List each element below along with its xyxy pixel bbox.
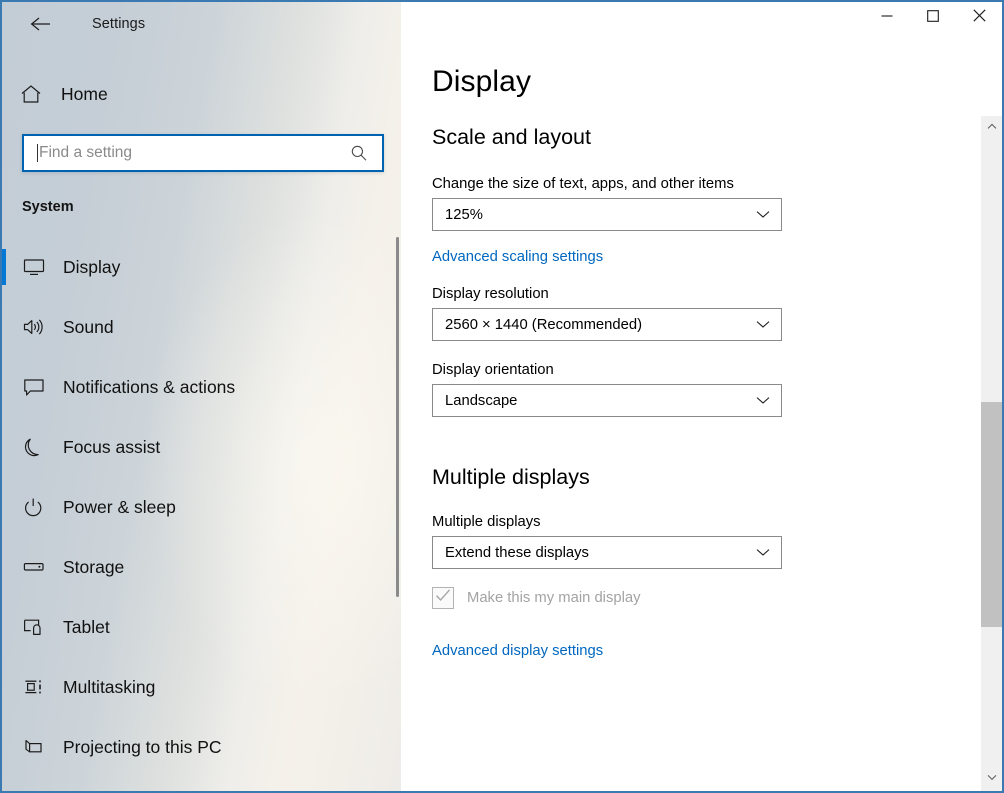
main-panel: Display Scale and layout Change the size…	[401, 2, 1002, 791]
notification-icon	[22, 377, 56, 397]
minimize-icon	[881, 9, 893, 27]
display-settings-content: Display Scale and layout Change the size…	[401, 2, 1002, 791]
multiple-displays-dropdown[interactable]: Extend these displays	[432, 536, 782, 569]
search-icon[interactable]	[350, 144, 368, 162]
sidebar-item-focus-assist[interactable]: Focus assist	[2, 417, 401, 477]
chevron-up-icon	[987, 117, 997, 135]
sidebar-item-tablet[interactable]: Tablet	[2, 597, 401, 657]
main-scrollbar[interactable]	[981, 2, 1002, 791]
sidebar-item-label: Multitasking	[63, 677, 155, 698]
storage-icon	[22, 557, 56, 577]
search-box[interactable]	[22, 134, 384, 172]
sidebar-scrollbar[interactable]	[396, 237, 399, 597]
orientation-label: Display orientation	[432, 362, 1002, 378]
sidebar-item-label: Focus assist	[63, 437, 160, 458]
scale-label: Change the size of text, apps, and other…	[432, 176, 1002, 192]
section-heading-multiple-displays: Multiple displays	[432, 465, 1002, 490]
close-button[interactable]	[956, 2, 1002, 34]
maximize-icon	[927, 9, 939, 27]
chevron-down-icon	[756, 396, 770, 405]
make-main-display-label: Make this my main display	[467, 590, 641, 606]
search-input[interactable]	[38, 144, 350, 162]
sidebar-item-label: Notifications & actions	[63, 377, 235, 398]
resolution-dropdown[interactable]: 2560 × 1440 (Recommended)	[432, 308, 782, 341]
sidebar-item-power-sleep[interactable]: Power & sleep	[2, 477, 401, 537]
multitasking-icon	[22, 677, 56, 697]
sidebar-group-label: System	[22, 199, 401, 215]
multiple-displays-dropdown-value: Extend these displays	[445, 545, 589, 561]
speaker-icon	[22, 317, 56, 337]
sidebar-item-label-home: Home	[61, 84, 108, 105]
scale-dropdown-value: 125%	[445, 207, 483, 223]
sidebar-item-label: Storage	[63, 557, 124, 578]
maximize-button[interactable]	[910, 2, 956, 34]
scrollbar-track[interactable]	[981, 136, 1002, 767]
app-title: Settings	[92, 16, 145, 32]
make-main-display-checkbox	[432, 587, 454, 609]
chevron-down-icon	[756, 320, 770, 329]
sidebar-item-projecting[interactable]: Projecting to this PC	[2, 717, 401, 777]
sidebar-item-label: Tablet	[63, 617, 110, 638]
projecting-icon	[22, 737, 56, 757]
sidebar-item-label: Power & sleep	[63, 497, 176, 518]
sidebar-item-label: Display	[63, 257, 120, 278]
multiple-displays-label: Multiple displays	[432, 514, 1002, 530]
sidebar-item-display[interactable]: Display	[2, 237, 401, 297]
make-main-display-row: Make this my main display	[432, 587, 1002, 609]
sidebar-item-sound[interactable]: Sound	[2, 297, 401, 357]
window-controls	[864, 2, 1002, 46]
moon-icon	[22, 437, 56, 457]
advanced-scaling-settings-link[interactable]: Advanced scaling settings	[432, 249, 603, 265]
sidebar-item-label: Projecting to this PC	[63, 737, 222, 758]
settings-window: Settings Home System	[0, 0, 1004, 793]
sidebar-nav-list: Display Sound	[2, 237, 401, 777]
orientation-dropdown[interactable]: Landscape	[432, 384, 782, 417]
monitor-icon	[22, 257, 56, 277]
sidebar: Settings Home System	[2, 2, 401, 791]
checkmark-icon	[435, 589, 451, 608]
back-arrow-icon	[30, 16, 52, 32]
close-icon	[973, 9, 986, 27]
scrollbar-up-button[interactable]	[981, 116, 1002, 136]
minimize-button[interactable]	[864, 2, 910, 34]
resolution-label: Display resolution	[432, 286, 1002, 302]
chevron-down-icon	[756, 210, 770, 219]
page-title: Display	[432, 65, 1002, 99]
tablet-icon	[22, 617, 56, 637]
chevron-down-icon	[987, 768, 997, 786]
chevron-down-icon	[756, 548, 770, 557]
orientation-dropdown-value: Landscape	[445, 393, 517, 409]
power-icon	[22, 497, 56, 517]
section-heading-scale-and-layout: Scale and layout	[432, 125, 1002, 150]
back-button[interactable]	[18, 7, 64, 41]
advanced-display-settings-link[interactable]: Advanced display settings	[432, 643, 603, 659]
sidebar-item-notifications[interactable]: Notifications & actions	[2, 357, 401, 417]
sidebar-item-label: Sound	[63, 317, 114, 338]
sidebar-item-storage[interactable]: Storage	[2, 537, 401, 597]
scrollbar-down-button[interactable]	[981, 767, 1002, 787]
titlebar-left: Settings	[2, 2, 401, 46]
sidebar-item-multitasking[interactable]: Multitasking	[2, 657, 401, 717]
home-icon	[20, 84, 54, 104]
sidebar-item-home[interactable]: Home	[2, 72, 401, 116]
resolution-dropdown-value: 2560 × 1440 (Recommended)	[445, 317, 642, 333]
scrollbar-thumb[interactable]	[981, 402, 1002, 627]
scale-dropdown[interactable]: 125%	[432, 198, 782, 231]
